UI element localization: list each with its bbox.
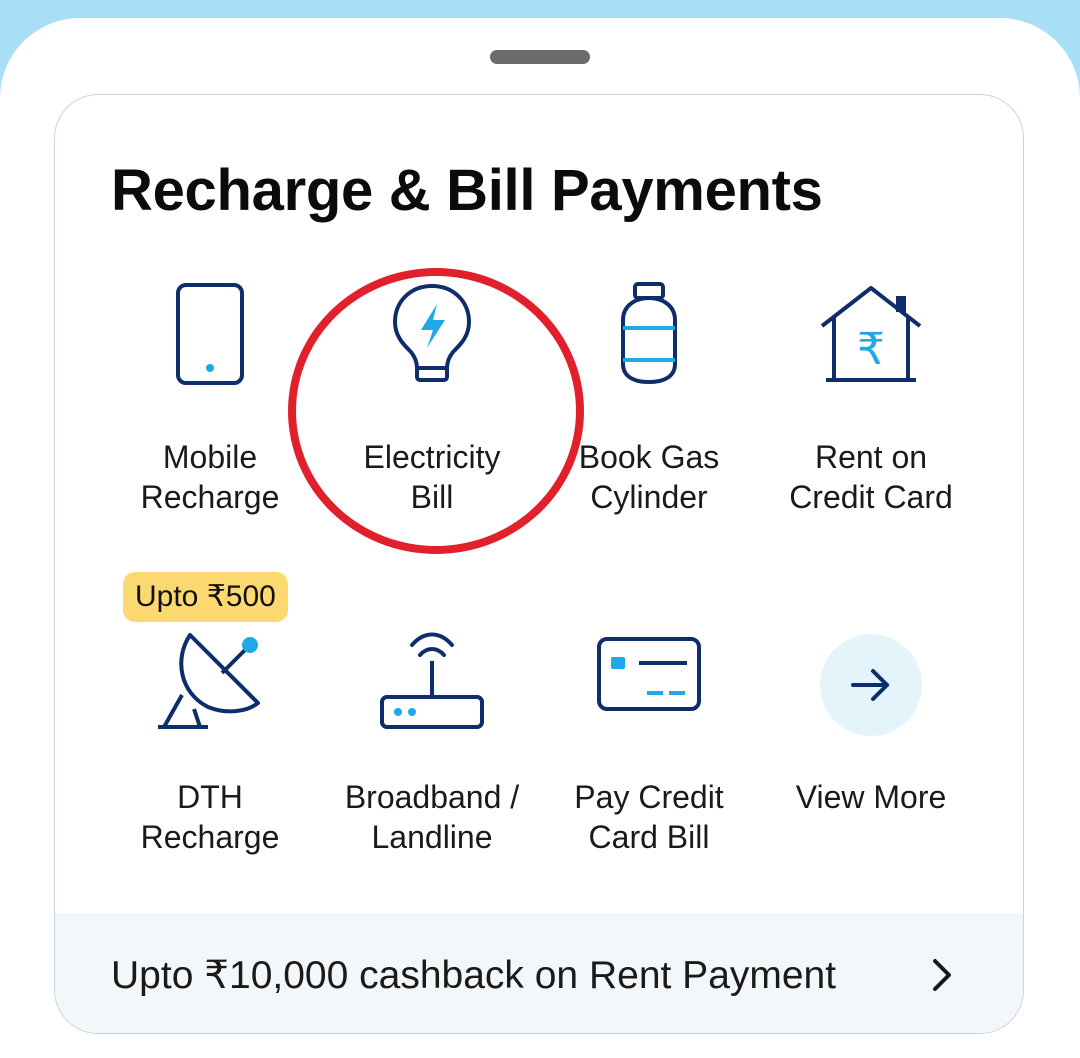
gas-cylinder-icon <box>589 275 709 395</box>
drag-handle[interactable] <box>490 50 590 64</box>
tile-broadband-landline[interactable]: Broadband / Landline <box>322 615 542 865</box>
tile-label-line1: View More <box>795 779 947 815</box>
tile-mobile-recharge[interactable]: Mobile Recharge <box>100 265 320 525</box>
tile-pay-credit-card-bill[interactable]: Pay Credit Card Bill <box>539 615 759 865</box>
tile-electricity-bill[interactable]: Electricity Bill <box>322 265 542 525</box>
svg-text:₹: ₹ <box>857 324 885 375</box>
view-more-circle <box>820 634 922 736</box>
tile-label-line1: Mobile <box>162 439 258 475</box>
tile-label-line1: Pay Credit <box>574 779 724 815</box>
tile-label-line1: Electricity <box>363 439 501 475</box>
router-icon <box>372 615 492 735</box>
tile-dth-recharge[interactable]: DTH Recharge <box>100 615 320 865</box>
satellite-dish-icon <box>150 615 270 735</box>
lightbulb-icon <box>372 275 492 395</box>
tile-label-line1: Rent on <box>814 439 928 475</box>
rent-cashback-text: Upto ₹10,000 cashback on Rent Payment <box>111 954 837 997</box>
tile-view-more[interactable]: View More <box>761 615 981 865</box>
tile-label-line2: Credit Card <box>789 479 953 515</box>
tile-label-line2: Recharge <box>140 819 280 855</box>
chevron-right-icon <box>933 959 951 991</box>
tile-label-line1: Broadband / <box>344 779 520 815</box>
tile-label-line2: Recharge <box>140 479 280 515</box>
arrow-right-icon <box>851 669 889 701</box>
tile-label-line2: Cylinder <box>590 479 708 515</box>
mobile-phone-icon <box>150 275 270 395</box>
tile-label-line1: Book Gas <box>578 439 720 475</box>
credit-card-icon <box>589 615 709 735</box>
house-rupee-icon: ₹ <box>811 275 931 395</box>
tile-rent-on-credit-card[interactable]: ₹ Rent on Credit Card <box>761 265 981 525</box>
view-more-icon-wrap <box>811 625 931 745</box>
tile-book-gas-cylinder[interactable]: Book Gas Cylinder <box>539 265 759 525</box>
tile-label-line2: Card Bill <box>588 819 710 855</box>
bottom-sheet: Recharge & Bill Payments Mobile Recharge <box>0 18 1080 1058</box>
section-title: Recharge & Bill Payments <box>111 158 823 223</box>
tile-label-line2: Landline <box>371 819 493 855</box>
tile-label-line2: Bill <box>410 479 454 515</box>
tile-label-line1: DTH <box>177 779 243 815</box>
rent-cashback-banner[interactable]: Upto ₹10,000 cashback on Rent Payment <box>55 913 1023 1033</box>
recharge-bill-card: Recharge & Bill Payments Mobile Recharge <box>54 94 1024 1034</box>
